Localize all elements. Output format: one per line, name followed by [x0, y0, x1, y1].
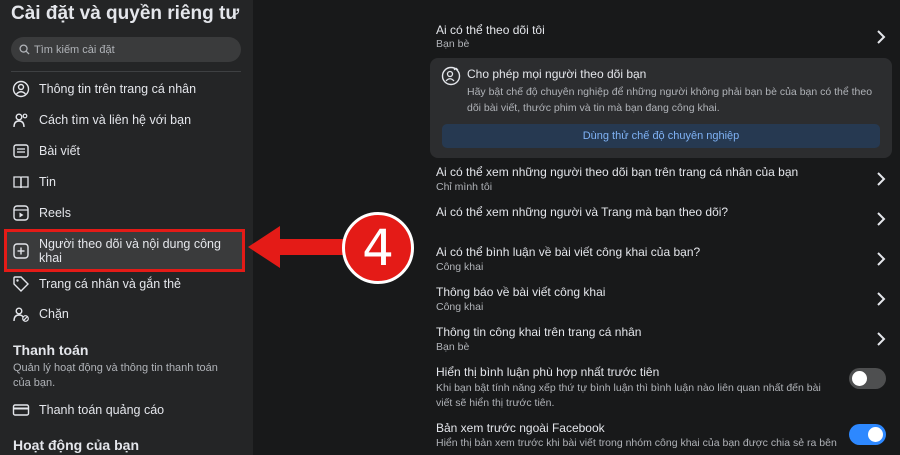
block-user-icon	[11, 304, 31, 324]
search-icon	[19, 44, 30, 55]
sidebar-item-label: Chặn	[39, 307, 69, 321]
sidebar-item-find-contact[interactable]: Cách tìm và liên hệ với bạn	[11, 106, 243, 134]
sidebar-item-label: Người theo dõi và nội dung công khai	[39, 236, 221, 265]
toggle-knob	[852, 371, 867, 386]
row-title: Bản xem trước ngoài Facebook	[436, 421, 605, 435]
row-value: Công khai	[436, 301, 484, 313]
sidebar-item-profile-info[interactable]: Thông tin trên trang cá nhân	[11, 75, 243, 103]
sidebar-item-reels[interactable]: Reels	[11, 199, 243, 227]
row-value: Bạn bè	[436, 38, 470, 50]
sidebar-divider	[11, 71, 241, 72]
settings-sidebar: Cài đặt và quyền riêng tư Thông tin trên…	[0, 0, 253, 455]
row-value: Bạn bè	[436, 341, 470, 353]
row-title: Hiển thị bình luận phù hợp nhất trước ti…	[436, 365, 660, 379]
pro-card-title: Cho phép mọi người theo dõi bạn	[467, 67, 647, 81]
toggle-knob	[868, 427, 883, 442]
sidebar-item-followers-public-content[interactable]: Người theo dõi và nội dung công khai	[4, 229, 245, 272]
sidebar-item-stories[interactable]: Tin	[11, 168, 243, 196]
row-title: Ai có thể bình luận về bài viết công kha…	[436, 245, 701, 259]
payments-description: Quản lý hoạt động và thông tin thanh toá…	[13, 362, 218, 389]
sidebar-item-label: Thông tin trên trang cá nhân	[39, 82, 197, 96]
comment-ranking-toggle[interactable]	[849, 368, 886, 389]
sidebar-title: Cài đặt và quyền riêng tư	[11, 3, 240, 24]
sidebar-item-label: Cách tìm và liên hệ với bạn	[39, 113, 192, 127]
chevron-right-icon	[877, 30, 886, 44]
try-professional-mode-button[interactable]: Dùng thử chế độ chuyên nghiệp	[442, 124, 880, 148]
row-who-can-comment[interactable]: Ai có thể bình luận về bài viết công kha…	[423, 243, 898, 279]
row-public-profile-info[interactable]: Thông tin công khai trên trang cá nhân B…	[423, 323, 898, 359]
annotation-arrow	[248, 226, 344, 268]
reels-icon	[11, 203, 31, 223]
follow-user-icon	[441, 66, 461, 86]
professional-mode-card: Cho phép mọi người theo dõi bạn Hãy bật …	[430, 58, 892, 158]
row-title: Ai có thể theo dõi tôi	[436, 23, 545, 37]
book-icon	[11, 172, 31, 192]
step-number-badge: 4	[342, 212, 414, 284]
off-facebook-preview-toggle[interactable]	[849, 424, 886, 445]
row-value: Chỉ mình tôi	[436, 181, 493, 193]
row-who-can-follow[interactable]: Ai có thể theo dõi tôi Bạn bè	[423, 17, 898, 55]
user-circle-icon	[11, 79, 31, 99]
sidebar-item-label: Bài viết	[39, 144, 80, 158]
search-box[interactable]	[11, 37, 241, 62]
row-description: Khi bạn bật tính năng xếp thứ tự bình lu…	[436, 382, 821, 409]
people-icon	[11, 110, 31, 130]
row-who-see-following[interactable]: Ai có thể xem những người và Trang mà bạ…	[423, 203, 898, 239]
posts-icon	[11, 141, 31, 161]
tag-icon	[11, 274, 31, 294]
credit-card-icon	[11, 400, 31, 420]
row-title: Ai có thể xem những người theo dõi bạn t…	[436, 165, 799, 179]
chevron-right-icon	[877, 332, 886, 346]
pro-card-description: Hãy bật chế độ chuyên nghiệp để những ng…	[467, 86, 873, 114]
chevron-right-icon	[877, 292, 886, 306]
search-input[interactable]	[34, 43, 234, 56]
chevron-right-icon	[877, 172, 886, 186]
row-title: Thông báo về bài viết công khai	[436, 285, 606, 299]
sidebar-item-ad-payments[interactable]: Thanh toán quảng cáo	[11, 396, 243, 424]
row-value: Công khai	[436, 261, 484, 273]
sidebar-item-label: Thanh toán quảng cáo	[39, 403, 165, 417]
public-post-icon	[11, 241, 31, 261]
row-title: Thông tin công khai trên trang cá nhân	[436, 325, 642, 339]
row-comment-ranking: Hiển thị bình luận phù hợp nhất trước ti…	[423, 363, 898, 413]
sidebar-item-posts[interactable]: Bài viết	[11, 137, 243, 165]
chevron-right-icon	[877, 252, 886, 266]
activity-heading: Hoạt động của bạn	[13, 437, 139, 453]
sidebar-item-label: Tin	[39, 175, 56, 189]
row-public-post-notifications[interactable]: Thông báo về bài viết công khai Công kha…	[423, 283, 898, 319]
payments-heading: Thanh toán	[13, 342, 89, 358]
row-description: Hiển thị bản xem trước khi bài viết tron…	[436, 437, 837, 449]
sidebar-item-profile-tagging[interactable]: Trang cá nhân và gắn thẻ	[11, 270, 243, 298]
row-off-facebook-preview: Bản xem trước ngoài Facebook Hiển thị bả…	[423, 419, 898, 455]
row-who-see-followers[interactable]: Ai có thể xem những người theo dõi bạn t…	[423, 163, 898, 199]
row-title: Ai có thể xem những người và Trang mà bạ…	[436, 205, 729, 219]
sidebar-item-label: Reels	[39, 206, 71, 220]
sidebar-item-label: Trang cá nhân và gắn thẻ	[39, 277, 181, 291]
sidebar-item-blocking[interactable]: Chặn	[11, 300, 243, 328]
chevron-right-icon	[877, 212, 886, 226]
